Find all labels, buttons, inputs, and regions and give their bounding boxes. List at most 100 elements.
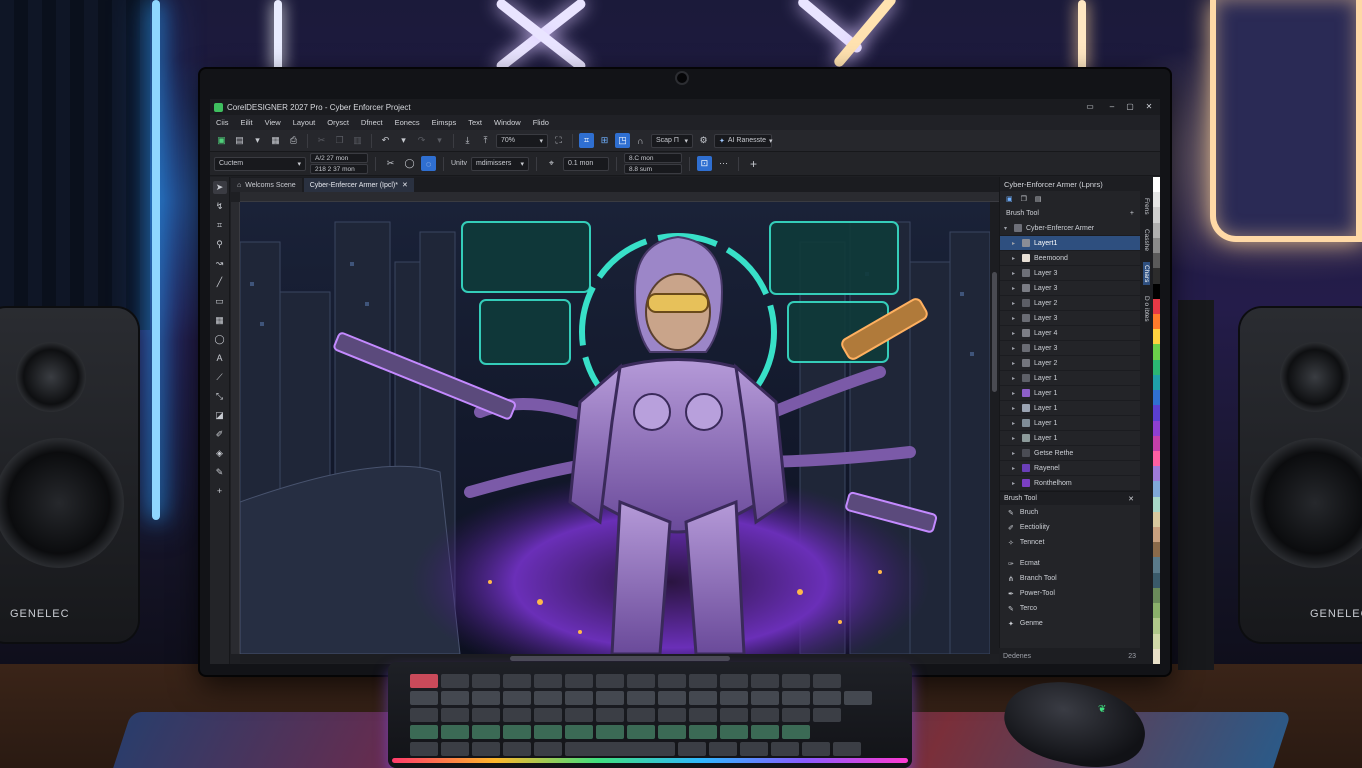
layer-row[interactable]: ▸ Ronthelhom (1000, 476, 1140, 491)
side-tab-chars[interactable]: Chars (1143, 261, 1150, 286)
menu-edit[interactable]: Eilit (235, 118, 259, 127)
expand-caret-icon[interactable]: ▸ (1012, 255, 1018, 262)
color-swatch[interactable] (1153, 283, 1160, 299)
color-swatch[interactable] (1153, 177, 1160, 193)
layer-row[interactable]: ▸ Rayenel (1000, 461, 1140, 476)
expand-caret-icon[interactable]: ▸ (1012, 240, 1018, 247)
brush-tool-item[interactable]: ✦ Genme (1000, 616, 1140, 631)
horizontal-scroll-thumb[interactable] (510, 656, 730, 661)
color-swatch[interactable] (1153, 435, 1160, 451)
color-swatch[interactable] (1153, 633, 1160, 649)
menu-file[interactable]: Ciis (210, 118, 235, 127)
maximize-button[interactable]: ▢ (1124, 101, 1136, 112)
more-tools-icon[interactable]: + (213, 485, 227, 498)
transform-icon[interactable]: ⊡ (696, 156, 712, 171)
layer-row[interactable]: ▸ Beemoond (1000, 251, 1140, 266)
vertical-scroll-thumb[interactable] (992, 272, 997, 392)
color-swatch[interactable] (1153, 313, 1160, 330)
expand-caret-icon[interactable]: ▸ (1012, 330, 1018, 337)
color-swatch[interactable] (1153, 466, 1160, 482)
close-icon[interactable]: ✕ (1128, 495, 1134, 503)
line-tool-icon[interactable]: ╱ (213, 276, 227, 289)
color-swatch[interactable] (1153, 603, 1160, 619)
menu-help[interactable]: Flido (527, 118, 555, 127)
paste-icon[interactable]: ▥ (350, 133, 365, 148)
scissors-icon[interactable]: ✂ (383, 156, 398, 171)
color-swatch[interactable] (1153, 511, 1160, 528)
import-icon[interactable]: ⤓ (460, 133, 475, 148)
menu-tools[interactable]: Eimsps (426, 118, 463, 127)
color-swatch[interactable] (1153, 542, 1160, 558)
ellipse-tool-icon[interactable]: ◯ (213, 333, 227, 346)
full-screen-icon[interactable]: ⛶ (551, 133, 566, 148)
drawing-canvas[interactable] (240, 202, 990, 654)
layer-row[interactable]: ▸ Layer 1 (1000, 416, 1140, 431)
expand-caret-icon[interactable]: ▸ (1012, 390, 1018, 397)
brush-tool-item[interactable]: ✎ Bruch (1000, 505, 1140, 520)
color-swatch[interactable] (1153, 572, 1160, 588)
color-swatch[interactable] (1153, 527, 1160, 543)
group-layer-icon[interactable]: ▤ (1035, 195, 1042, 203)
color-swatch[interactable] (1153, 420, 1160, 436)
add-icon[interactable]: + (1130, 210, 1134, 217)
redo-icon[interactable]: ↷ (414, 133, 429, 148)
side-tab-frames[interactable]: Frens (1143, 195, 1150, 218)
expand-caret-icon[interactable]: ▸ (1012, 360, 1018, 367)
brush-tool-item[interactable]: ✒ Power-Tool (1000, 586, 1140, 601)
brush-tool-icon[interactable]: ✎ (213, 466, 227, 479)
layer-row[interactable]: ▸ Layert1 (1000, 236, 1140, 251)
color-swatch[interactable] (1153, 405, 1160, 421)
root-layer[interactable]: ▾ Cyber-Enfercer Armer (1000, 221, 1140, 236)
color-swatch[interactable] (1153, 648, 1160, 664)
save-icon[interactable]: ▦ (268, 133, 283, 148)
side-tab-cache[interactable]: Casshe (1143, 226, 1150, 254)
layer-row[interactable]: ▸ Layer 2 (1000, 296, 1140, 311)
color-swatch[interactable] (1153, 481, 1160, 497)
pick-tool-icon[interactable]: ➤ (212, 181, 227, 194)
redo-dropdown-icon[interactable]: ▾ (432, 133, 447, 148)
layer-row[interactable]: ▸ Layer 3 (1000, 311, 1140, 326)
color-swatch[interactable] (1153, 496, 1160, 512)
freehand-tool-icon[interactable]: ↝ (213, 257, 227, 270)
grid-tool-icon[interactable]: ▦ (213, 314, 227, 327)
ai-assist-button[interactable]: ✦ AI Ranesste ▾ (714, 133, 773, 148)
color-swatch[interactable] (1153, 298, 1160, 314)
layer-row[interactable]: ▸ Layer 2 (1000, 356, 1140, 371)
horizontal-ruler[interactable] (240, 192, 1000, 202)
expand-caret-icon[interactable]: ▸ (1012, 345, 1018, 352)
expand-caret-icon[interactable]: ▸ (1012, 435, 1018, 442)
snap-to-grid-icon[interactable]: ⌗ (579, 133, 594, 148)
brush-tool-item[interactable]: ⋔ Branch Tool (1000, 571, 1140, 586)
crop-tool-icon[interactable]: ⌗ (213, 219, 227, 232)
layer-row[interactable]: ▸ Layer 1 (1000, 386, 1140, 401)
open-folder-icon[interactable]: ▤ (232, 133, 247, 148)
menu-window[interactable]: Window (488, 118, 527, 127)
position-y-field[interactable]: 218 2 37 mon (310, 164, 368, 174)
color-swatch[interactable] (1153, 374, 1160, 391)
dropdown-icon[interactable]: ▾ (250, 133, 265, 148)
color-swatch[interactable] (1153, 359, 1160, 375)
tab-cyber-enforcer[interactable]: Cyber-Enfercer Armer (Ipcl)* ✕ (303, 178, 414, 192)
tab-welcome[interactable]: ⌂ Welcoms Scene (231, 178, 302, 192)
node-edit-icon[interactable]: ◌ (421, 156, 436, 171)
layer-row[interactable]: ▸ Layer 1 (1000, 401, 1140, 416)
menu-text[interactable]: Text (462, 118, 488, 127)
color-swatch[interactable] (1153, 557, 1160, 573)
undo-dropdown-icon[interactable]: ▾ (396, 133, 411, 148)
brush-tool-item[interactable]: ✐ Eectioliity (1000, 520, 1140, 535)
snap-magnet-icon[interactable]: ∩ (633, 133, 648, 148)
menu-effects[interactable]: Dfnect (355, 118, 389, 127)
print-icon[interactable]: ⎙ (286, 133, 301, 148)
color-swatch[interactable] (1153, 253, 1160, 269)
export-icon[interactable]: ⤒ (478, 133, 493, 148)
close-tab-icon[interactable]: ✕ (402, 181, 408, 189)
duplicate-layer-icon[interactable]: ❐ (1021, 195, 1027, 203)
units-dropdown[interactable]: mdimissers ▾ (470, 156, 529, 171)
layer-row[interactable]: ▸ Getse Rethe (1000, 446, 1140, 461)
color-swatch[interactable] (1153, 268, 1160, 284)
zoom-level-field[interactable]: 70% ▾ (496, 133, 548, 148)
color-swatch[interactable] (1153, 329, 1160, 345)
position-x-field[interactable]: A/2 27 mon (310, 153, 368, 163)
menu-view[interactable]: View (259, 118, 287, 127)
dynamic-guides-icon[interactable]: ◳ (615, 133, 630, 148)
